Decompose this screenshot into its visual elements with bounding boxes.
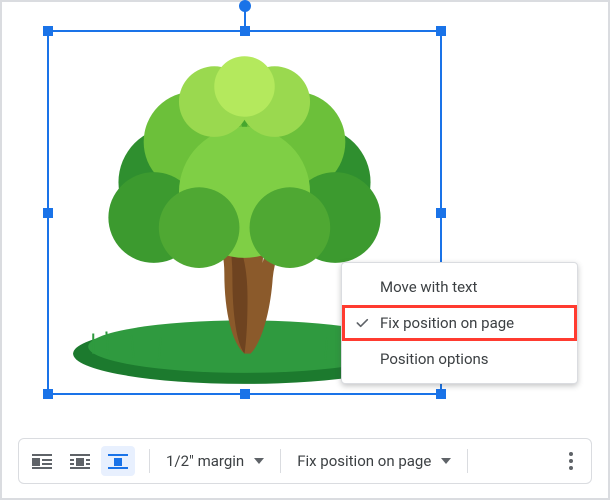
resize-handle-bottom-left[interactable] — [43, 389, 53, 399]
menu-item-fix-position[interactable]: Fix position on page — [342, 305, 577, 341]
toolbar-separator — [467, 449, 468, 473]
resize-handle-bottom-right[interactable] — [436, 389, 446, 399]
rotation-handle[interactable] — [239, 0, 251, 12]
more-options-button[interactable] — [557, 446, 585, 476]
wrap-text-icon — [70, 453, 90, 469]
menu-item-label: Move with text — [380, 278, 477, 296]
check-icon — [354, 315, 370, 331]
caret-down-icon — [441, 458, 451, 464]
kebab-dot — [569, 459, 573, 463]
menu-item-label: Fix position on page — [380, 314, 514, 332]
wrap-text-button[interactable] — [63, 446, 97, 476]
kebab-dot — [569, 466, 573, 470]
wrap-inline-icon — [32, 453, 52, 469]
wrap-inline-button[interactable] — [25, 446, 59, 476]
position-dropdown[interactable]: Fix position on page — [291, 448, 457, 474]
resize-handle-left[interactable] — [43, 208, 53, 218]
break-text-icon — [108, 453, 128, 469]
toolbar-separator — [149, 449, 150, 473]
app-canvas: Move with text Fix position on page Posi… — [0, 0, 610, 500]
position-dropdown-label: Fix position on page — [297, 452, 431, 470]
margin-dropdown[interactable]: 1/2" margin — [160, 448, 270, 474]
resize-handle-bottom[interactable] — [240, 389, 250, 399]
menu-item-label: Position options — [380, 350, 489, 368]
toolbar-separator — [280, 449, 281, 473]
position-menu: Move with text Fix position on page Posi… — [341, 262, 578, 384]
caret-down-icon — [254, 458, 264, 464]
resize-handle-right[interactable] — [436, 208, 446, 218]
image-options-toolbar: 1/2" margin Fix position on page — [18, 438, 592, 484]
margin-dropdown-label: 1/2" margin — [166, 452, 244, 470]
menu-item-position-options[interactable]: Position options — [342, 341, 577, 377]
break-text-button[interactable] — [101, 446, 135, 476]
resize-handle-top[interactable] — [240, 26, 250, 36]
resize-handle-top-left[interactable] — [43, 26, 53, 36]
resize-handle-top-right[interactable] — [436, 26, 446, 36]
kebab-dot — [569, 452, 573, 456]
menu-item-move-with-text[interactable]: Move with text — [342, 269, 577, 305]
